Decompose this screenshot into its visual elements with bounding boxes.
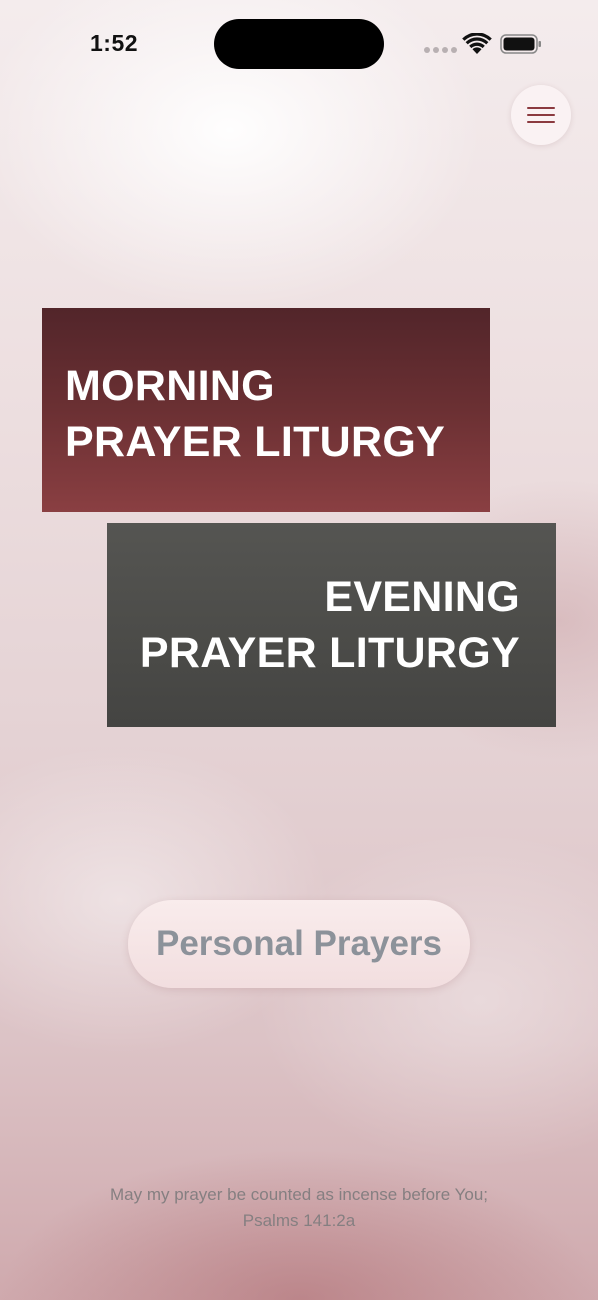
verse-text: May my prayer be counted as incense befo… [109,1185,488,1204]
verse-reference: Psalms 141:2a [242,1211,356,1230]
morning-prayer-liturgy-button[interactable]: MORNING PRAYER LITURGY [42,308,490,512]
signal-dots-icon [424,47,457,53]
evening-card-line-2: PRAYER LITURGY [139,629,520,677]
status-time: 1:52 [90,30,139,56]
evening-card-line-1: EVENING [324,573,520,621]
evening-prayer-liturgy-button[interactable]: EVENING PRAYER LITURGY [107,523,556,727]
dynamic-island [214,19,384,69]
menu-button[interactable] [511,85,571,145]
morning-card-line-1: MORNING [65,362,275,410]
wifi-icon [462,33,492,54]
footer-verse: May my prayer be counted as incense befo… [0,1182,598,1234]
hamburger-icon [527,107,555,123]
battery-icon [500,34,541,54]
status-bar: 1:52 [0,0,598,90]
personal-prayers-button[interactable]: Personal Prayers [128,900,470,988]
morning-card-line-2: PRAYER LITURGY [65,418,446,466]
